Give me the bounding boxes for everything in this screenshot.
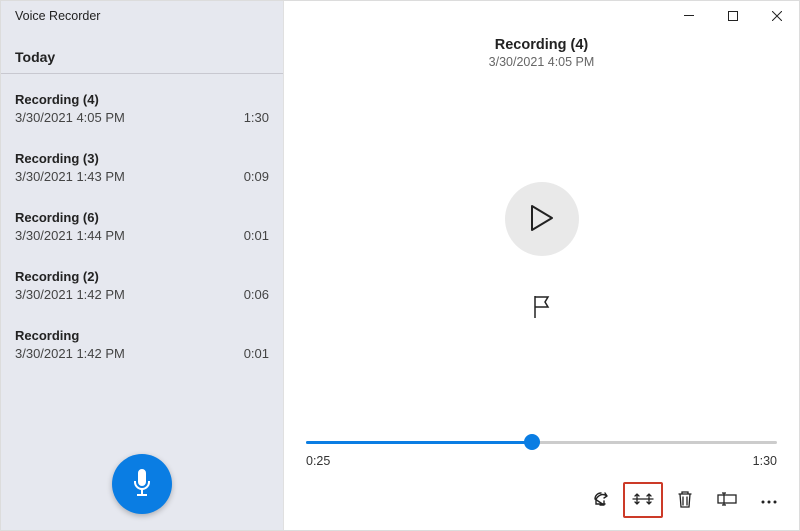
add-marker-button[interactable] [532,296,552,321]
recording-title: Recording [15,328,269,343]
recording-item-0[interactable]: Recording (4) 3/30/2021 4:05 PM 1:30 [1,80,283,139]
slider-thumb[interactable] [524,434,540,450]
delete-button[interactable] [665,482,705,518]
microphone-icon [132,469,152,500]
flag-icon [532,306,552,321]
recording-item-4[interactable]: Recording 3/30/2021 1:42 PM 0:01 [1,316,283,375]
recording-item-1[interactable]: Recording (3) 3/30/2021 1:43 PM 0:09 [1,139,283,198]
recording-date: 3/30/2021 1:42 PM [15,287,125,302]
app-window: Voice Recorder Today Recording (4) 3/30/… [0,0,800,531]
recording-title: Recording (4) [15,92,269,107]
rename-button[interactable] [707,482,747,518]
close-icon [772,9,782,24]
trash-icon [677,490,693,511]
selected-date: 3/30/2021 4:05 PM [284,55,799,69]
recording-title: Recording (2) [15,269,269,284]
recording-duration: 0:09 [244,169,269,184]
recording-date: 3/30/2021 1:44 PM [15,228,125,243]
minimize-icon [684,9,694,24]
recording-title: Recording (6) [15,210,269,225]
section-header-today: Today [1,31,283,74]
maximize-icon [728,9,738,24]
sidebar: Voice Recorder Today Recording (4) 3/30/… [1,1,284,530]
trim-button[interactable] [623,482,663,518]
action-toolbar [284,476,799,530]
maximize-button[interactable] [711,1,755,31]
recording-date: 3/30/2021 1:42 PM [15,346,125,361]
more-icon [760,493,778,508]
trim-icon [632,492,654,509]
timeline-slider[interactable] [306,434,777,450]
recording-item-3[interactable]: Recording (2) 3/30/2021 1:42 PM 0:06 [1,257,283,316]
slider-progress [306,441,532,444]
share-icon [592,490,610,511]
recording-date: 3/30/2021 1:43 PM [15,169,125,184]
rename-icon [717,492,737,509]
recording-duration: 0:01 [244,346,269,361]
app-title: Voice Recorder [1,1,283,31]
minimize-button[interactable] [667,1,711,31]
window-controls [667,1,799,31]
play-button[interactable] [505,182,579,256]
recording-duration: 0:01 [244,228,269,243]
transport: 0:25 1:30 [284,434,799,476]
recording-item-2[interactable]: Recording (6) 3/30/2021 1:44 PM 0:01 [1,198,283,257]
more-button[interactable] [749,482,789,518]
play-icon [530,204,554,235]
share-button[interactable] [581,482,621,518]
time-duration: 1:30 [753,454,777,468]
recording-header: Recording (4) 3/30/2021 4:05 PM [284,37,799,69]
selected-title: Recording (4) [284,37,799,53]
main-pane: Recording (4) 3/30/2021 4:05 PM [284,1,799,530]
recording-date: 3/30/2021 4:05 PM [15,110,125,125]
play-area [284,69,799,434]
recording-duration: 0:06 [244,287,269,302]
recording-title: Recording (3) [15,151,269,166]
record-button[interactable] [112,454,172,514]
close-button[interactable] [755,1,799,31]
recording-duration: 1:30 [244,110,269,125]
time-position: 0:25 [306,454,330,468]
